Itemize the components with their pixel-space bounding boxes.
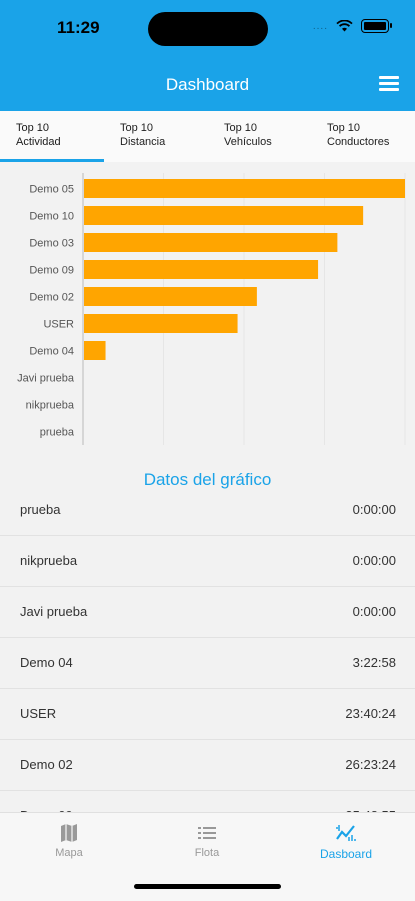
- nav-item-flota[interactable]: Flota: [138, 823, 276, 859]
- battery-icon: [361, 19, 392, 33]
- list-item-value: 0:00:00: [352, 502, 396, 517]
- hamburger-menu-icon[interactable]: [379, 76, 399, 92]
- y-tick-label: USER: [43, 319, 74, 331]
- app-header: 11:29 .... Dashboard: [0, 0, 415, 111]
- y-tick-label: Demo 09: [29, 265, 74, 277]
- bar[interactable]: [84, 260, 319, 279]
- list-item-value: 3:22:58: [352, 655, 396, 670]
- list-icon: [198, 827, 216, 839]
- tab-label-line2: Actividad: [16, 136, 61, 148]
- tab-label-line2: Vehículos: [224, 136, 272, 148]
- page-title: Dashboard: [165, 75, 250, 94]
- signal-icon: ....: [312, 20, 328, 32]
- y-tick-label: prueba: [40, 427, 75, 439]
- bar-chart: Demo 05 Demo 10 Demo 03 Demo 09 Demo 02 USER D…: [0, 165, 415, 450]
- tab-label-line1: Top 10: [327, 122, 361, 134]
- list-item-name: Javi prueba: [20, 604, 88, 619]
- tab-conductores[interactable]: Top 10 Conductores: [327, 121, 415, 149]
- y-tick-label: nikprueba: [26, 400, 75, 412]
- list-item-name: Demo 04: [20, 655, 73, 670]
- nav-label: Mapa: [55, 847, 83, 859]
- y-tick-label: Javi prueba: [17, 373, 75, 385]
- tab-label-line2: Conductores: [327, 136, 390, 148]
- home-indicator: [134, 884, 281, 889]
- list-item-name: nikprueba: [20, 553, 78, 568]
- list-item: prueba 0:00:00: [0, 484, 415, 536]
- list-item: nikprueba 0:00:00: [0, 535, 415, 587]
- tab-actividad[interactable]: Top 10 Actividad: [16, 121, 116, 149]
- y-tick-label: Demo 02: [29, 292, 74, 304]
- list-item: Demo 04 3:22:58: [0, 637, 415, 689]
- tab-bar: Top 10 Actividad Top 10 Distancia Top 10…: [0, 111, 415, 162]
- chart-data-list: prueba 0:00:00 nikprueba 0:00:00 Javi prueba…: [0, 484, 415, 814]
- list-item: Demo 0935:48:55: [0, 790, 415, 814]
- nav-label: Dasboard: [319, 847, 373, 861]
- nav-item-mapa[interactable]: Mapa: [0, 823, 138, 859]
- nav-item-dasboard[interactable]: Dasboard: [277, 823, 415, 861]
- tab-label-line1: Top 10: [16, 122, 50, 134]
- list-item: Demo 02 26:23:24: [0, 739, 415, 791]
- list-item: Javi prueba 0:00:00: [0, 586, 415, 638]
- bar[interactable]: [84, 179, 405, 198]
- status-time: 11:29: [57, 18, 100, 37]
- list-item-name: prueba: [20, 502, 61, 517]
- bar[interactable]: [84, 314, 238, 333]
- nav-label: Flota: [194, 847, 220, 859]
- list-item: USER 23:40:24: [0, 688, 415, 740]
- bar[interactable]: [84, 287, 257, 306]
- bar[interactable]: [84, 206, 364, 225]
- list-item-name: USER: [20, 706, 57, 721]
- y-tick-label: Demo 05: [29, 184, 74, 196]
- list-item-value: 0:00:00: [352, 604, 396, 619]
- tab-label-line1: Top 10: [120, 122, 154, 134]
- tab-label-line1: Top 10: [224, 122, 258, 134]
- map-icon: [61, 824, 77, 842]
- list-item-value: 0:00:00: [352, 553, 396, 568]
- bar-chart-svg: Demo 05 Demo 10 Demo 03 Demo 09 Demo 02 USER D…: [17, 173, 406, 445]
- y-tick-label: Demo 04: [29, 346, 74, 358]
- list-item-name: Demo 02: [20, 757, 73, 772]
- chart-icon: [336, 825, 356, 841]
- y-tick-label: Demo 10: [29, 211, 74, 223]
- bar[interactable]: [84, 341, 106, 360]
- active-tab-indicator: [0, 159, 104, 162]
- list-item-value: 26:23:24: [345, 757, 396, 772]
- tab-label-line2: Distancia: [120, 136, 166, 148]
- bar[interactable]: [84, 233, 338, 252]
- tab-vehiculos[interactable]: Top 10 Vehículos: [224, 121, 324, 149]
- status-icons: ....: [312, 19, 392, 33]
- wifi-icon: [336, 20, 353, 32]
- y-tick-label: Demo 03: [29, 238, 74, 250]
- dynamic-island: [148, 12, 268, 46]
- list-item-value: 23:40:24: [345, 706, 396, 721]
- tab-distancia[interactable]: Top 10 Distancia: [120, 121, 220, 149]
